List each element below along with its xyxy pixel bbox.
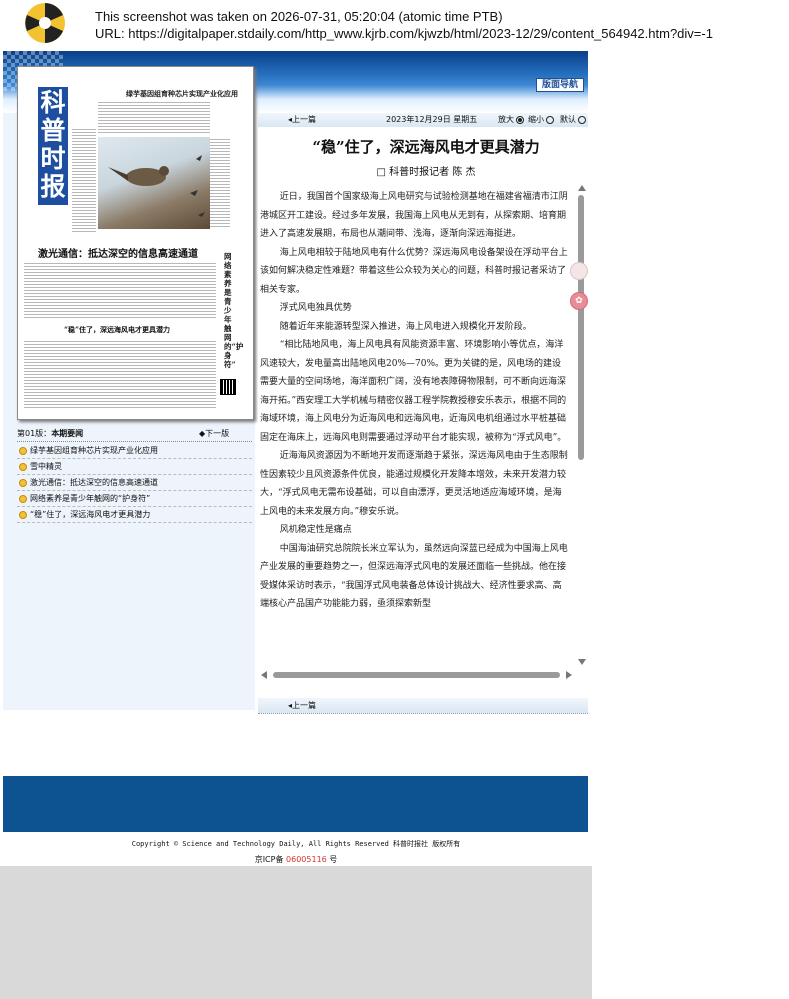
- zoom-in-label: 放大: [498, 115, 514, 124]
- scroll-left-icon[interactable]: [261, 671, 267, 679]
- icp-number-link[interactable]: 06005116: [286, 855, 327, 864]
- icp-suffix: 号: [329, 855, 338, 864]
- empty-grey-area: [0, 866, 592, 999]
- footer-band: [3, 776, 588, 832]
- article-paragraph: 中国海油研究总院院长米立军认为，虽然远向深蓝已经成为中国海上风电产业发展的重要趋…: [260, 543, 568, 610]
- scroll-right-icon[interactable]: [566, 671, 572, 679]
- bullet-icon: [19, 462, 27, 471]
- article-body: 近日，我国首个国家级海上风电研究与试验检测基地在福建省福清市江阴港城区开工建设。…: [260, 188, 568, 614]
- list-item-label: 雪中精灵: [30, 462, 62, 471]
- icp-prefix: 京ICP备: [254, 855, 284, 864]
- copyright-notice: Copyright © Science and Technology Daily…: [131, 840, 461, 848]
- page-label-prefix: 第01版：: [17, 429, 52, 438]
- thumb-text-column: [98, 100, 210, 134]
- thumb-photo-bird: [98, 137, 210, 229]
- radio-icon: [546, 116, 554, 124]
- article-paragraph: 随着近年来能源转型深入推进，海上风电进入规模化开发阶段。: [279, 321, 532, 332]
- page-label-row: 第01版：本期要闻 ◆下一版: [17, 428, 252, 442]
- list-item[interactable]: 雪中精灵: [17, 459, 252, 475]
- bird-icon: [108, 155, 205, 217]
- scroll-down-icon[interactable]: [578, 659, 586, 665]
- thumb-vertical-headline: 网络素养是青少年触网的“护身符”: [224, 252, 244, 369]
- thumb-headline-bottom: “稳”住了，深远海风电才更具潜力: [64, 325, 171, 334]
- thumb-text-column: [72, 127, 96, 232]
- zoom-out-label: 缩小: [528, 115, 544, 124]
- previous-article-label: 上一篇: [292, 115, 317, 124]
- translate-icon[interactable]: ✿: [570, 292, 588, 310]
- list-item-label: “稳”住了，深远海风电才更具潜力: [30, 510, 151, 519]
- thumb-text-column: [210, 137, 230, 229]
- article-subheading: 风机稳定性是痛点: [279, 525, 352, 535]
- thumb-text-column: [24, 261, 216, 319]
- issue-date: 2023年12月29日 星期五: [386, 115, 478, 124]
- list-item[interactable]: 网络素养是青少年触网的“护身符”: [17, 491, 252, 507]
- share-icon[interactable]: [570, 262, 588, 280]
- previous-article-link[interactable]: ◂上一篇: [288, 113, 316, 127]
- bullet-icon: [19, 510, 27, 519]
- newspaper-masthead: 科普时报: [38, 87, 68, 205]
- thumb-text-column: [24, 339, 216, 409]
- list-item[interactable]: 绿芋基因组育种芯片实现产业化应用: [17, 443, 252, 459]
- page-navigation-button[interactable]: 版面导航: [536, 78, 584, 92]
- zoom-out-option[interactable]: 缩小: [528, 113, 554, 127]
- icp-license: 京ICP备 06005116 号: [0, 854, 592, 865]
- capture-timestamp: This screenshot was taken on 2026-07-31,…: [95, 9, 503, 24]
- article-toolbar: ◂上一篇 2023年12月29日 星期五 放大 缩小 默认: [258, 113, 588, 127]
- list-item[interactable]: “稳”住了，深远海风电才更具潜力: [17, 507, 252, 523]
- bullet-icon: [19, 478, 27, 487]
- list-item-label: 网络素养是青少年触网的“护身符”: [30, 494, 151, 503]
- radio-selected-icon: [516, 116, 524, 124]
- page-label: 第01版：本期要闻: [17, 428, 83, 439]
- radio-icon: [578, 116, 586, 124]
- previous-article-link-bottom[interactable]: ◂上一篇: [288, 698, 316, 713]
- list-item-label: 绿芋基因组育种芯片实现产业化应用: [30, 446, 158, 455]
- thumb-headline-mid: 激光通信：抵达深空的信息高速通道: [38, 249, 198, 260]
- camera-aperture-logo: [25, 3, 65, 43]
- zoom-default-label: 默认: [560, 115, 576, 124]
- capture-info: This screenshot was taken on 2026-07-31,…: [95, 8, 713, 42]
- list-item-label: 激光通信：抵达深空的信息高速通道: [30, 478, 158, 487]
- article-author: □ 科普时报记者 陈 杰: [376, 167, 476, 178]
- article-subheading: 浮式风电独具优势: [279, 303, 352, 313]
- article-paragraph: “相比陆地风电，海上风电具有风能资源丰富、环境影响小等优点，海洋风速较大，发电量…: [260, 340, 567, 443]
- bullet-icon: [19, 494, 27, 503]
- article-bottom-bar: ◂上一篇: [258, 698, 588, 714]
- article-paragraph: 近海海风资源因为不断地开发而逐渐趋于紧张，深远海风电由于生态限制性因素较少且风资…: [260, 451, 568, 517]
- article-paragraph: 近日，我国首个国家级海上风电研究与试验检测基地在福建省福清市江阴港城区开工建设。…: [260, 192, 568, 239]
- next-page-label: 下一版: [205, 429, 230, 438]
- article-content: “稳”住了，深远海风电才更具潜力 □ 科普时报记者 陈 杰 近日，我国首个国家级…: [258, 128, 570, 670]
- zoom-in-option[interactable]: 放大: [498, 113, 524, 127]
- page-label-name: 本期要闻: [51, 429, 84, 438]
- newspaper-page-thumbnail[interactable]: 科普时报 绿芋基因组育种芯片实现产业化应用 激光通信：抵达深空的信息高速通道 “…: [17, 66, 254, 420]
- zoom-default-option[interactable]: 默认: [560, 113, 586, 127]
- vertical-scroll-thumb[interactable]: [578, 195, 584, 460]
- list-item[interactable]: 激光通信：抵达深空的信息高速通道: [17, 475, 252, 491]
- article-author-name: 科普时报记者 陈 杰: [389, 167, 476, 178]
- next-page-link[interactable]: ◆下一版: [199, 428, 229, 439]
- previous-article-label: 上一篇: [292, 701, 317, 710]
- capture-url: URL: https://digitalpaper.stdaily.com/ht…: [95, 26, 713, 41]
- horizontal-scroll-thumb[interactable]: [273, 672, 560, 678]
- thumb-headline-top: 绿芋基因组育种芯片实现产业化应用: [126, 89, 238, 98]
- bullet-icon: [19, 446, 27, 455]
- article-title: “稳”住了，深远海风电才更具潜力: [312, 138, 540, 156]
- qr-code-icon: [220, 379, 236, 395]
- scroll-up-icon[interactable]: [578, 185, 586, 191]
- article-paragraph: 海上风电相较于陆地风电有什么优势？深远海风电设备架设在浮动平台上该如何解决稳定性…: [260, 247, 568, 295]
- article-list: 绿芋基因组育种芯片实现产业化应用 雪中精灵 激光通信：抵达深空的信息高速通道 网…: [17, 443, 252, 523]
